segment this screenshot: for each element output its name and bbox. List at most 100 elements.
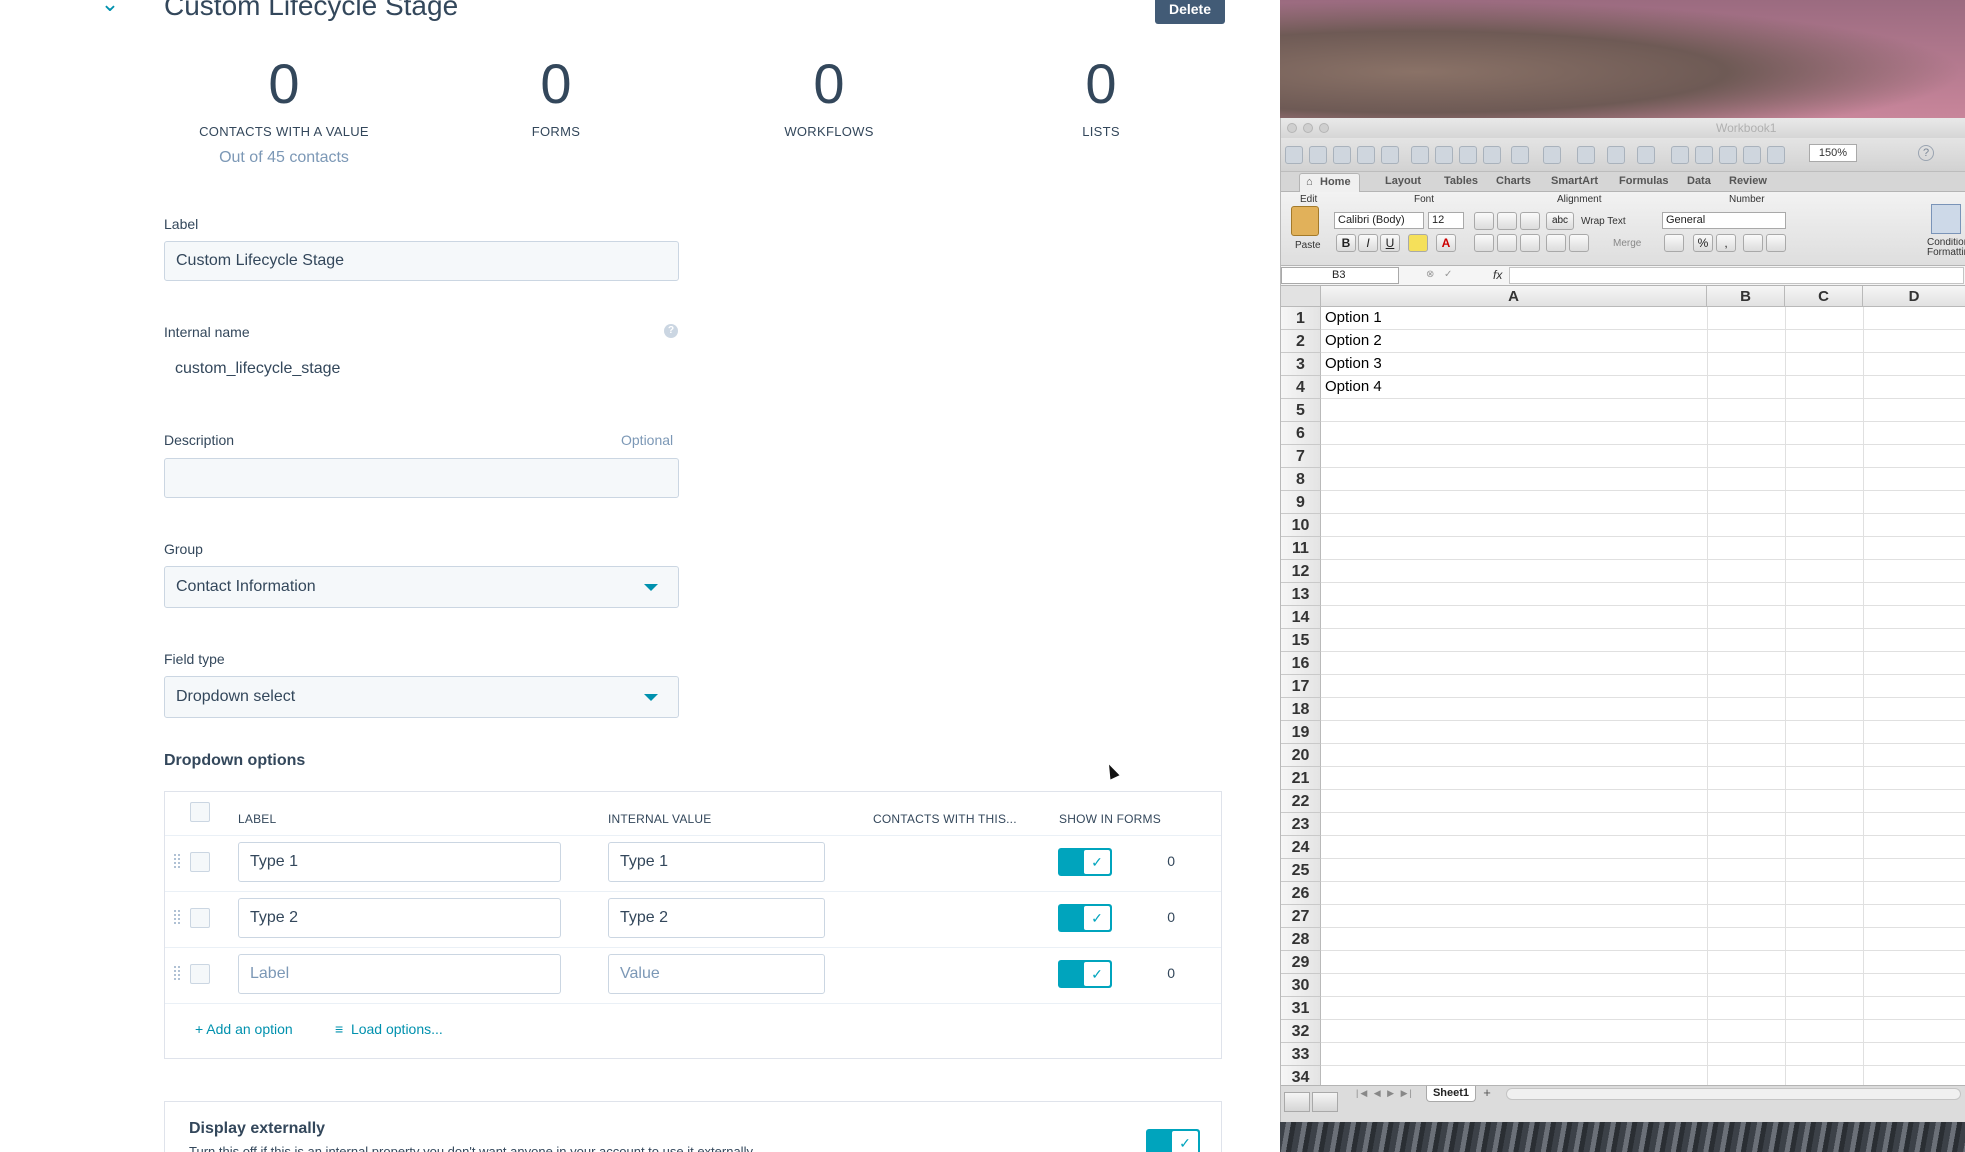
- fill-color-icon[interactable]: [1408, 234, 1428, 252]
- name-box[interactable]: B3: [1281, 267, 1399, 284]
- grid-row[interactable]: [1321, 399, 1965, 422]
- grid-row[interactable]: [1321, 514, 1965, 537]
- grid-row[interactable]: Option 1: [1321, 307, 1965, 330]
- column-header-d[interactable]: D: [1863, 286, 1965, 307]
- format-painter-icon[interactable]: [1483, 146, 1501, 164]
- cell-a4[interactable]: Option 4: [1325, 378, 1382, 395]
- add-sheet-icon[interactable]: +: [1479, 1086, 1495, 1100]
- tab-layout[interactable]: Layout: [1385, 175, 1421, 187]
- row-header[interactable]: 33: [1281, 1043, 1321, 1066]
- font-size-select[interactable]: 12: [1428, 212, 1464, 229]
- row-header[interactable]: 31: [1281, 997, 1321, 1020]
- delete-button[interactable]: Delete: [1155, 0, 1225, 24]
- show-in-forms-toggle[interactable]: ✓: [1058, 904, 1112, 932]
- grid-row[interactable]: [1321, 1066, 1965, 1085]
- add-option-link[interactable]: + Add an option: [195, 1021, 293, 1037]
- drag-handle-icon[interactable]: [174, 910, 180, 926]
- drag-handle-icon[interactable]: [174, 854, 180, 870]
- grid-row[interactable]: [1321, 583, 1965, 606]
- filter-icon[interactable]: [1637, 146, 1655, 164]
- row-header[interactable]: 3: [1281, 353, 1321, 376]
- grid-row[interactable]: [1321, 974, 1965, 997]
- group-select[interactable]: Contact Information: [164, 566, 679, 608]
- row-header[interactable]: 10: [1281, 514, 1321, 537]
- row-header[interactable]: 23: [1281, 813, 1321, 836]
- sort-icon[interactable]: [1607, 146, 1625, 164]
- row-header[interactable]: 12: [1281, 560, 1321, 583]
- option-value-input[interactable]: Value: [608, 954, 825, 994]
- row-header[interactable]: 32: [1281, 1020, 1321, 1043]
- bold-button[interactable]: B: [1336, 234, 1356, 252]
- redo-icon[interactable]: [1543, 146, 1561, 164]
- row-header[interactable]: 27: [1281, 905, 1321, 928]
- column-header-a[interactable]: A: [1321, 286, 1707, 307]
- wrap-text-button[interactable]: Wrap Text: [1581, 216, 1626, 227]
- option-label-input[interactable]: Label: [238, 954, 561, 994]
- description-input[interactable]: [164, 458, 679, 498]
- field-type-select[interactable]: Dropdown select: [164, 676, 679, 718]
- number-format-select[interactable]: General: [1662, 212, 1786, 229]
- row-header[interactable]: 19: [1281, 721, 1321, 744]
- zoom-window-button[interactable]: [1319, 123, 1329, 133]
- cell-a1[interactable]: Option 1: [1325, 309, 1382, 326]
- row-header[interactable]: 5: [1281, 399, 1321, 422]
- grid-row[interactable]: [1321, 537, 1965, 560]
- grid-row[interactable]: [1321, 997, 1965, 1020]
- row-checkbox[interactable]: [190, 908, 210, 928]
- select-all-corner[interactable]: [1281, 286, 1321, 307]
- increase-decimal-icon[interactable]: [1743, 234, 1763, 252]
- percent-button[interactable]: %: [1693, 234, 1713, 252]
- tab-home[interactable]: ⌂ Home: [1299, 173, 1360, 192]
- templates-icon[interactable]: [1333, 146, 1351, 164]
- grid-row[interactable]: [1321, 1043, 1965, 1066]
- drag-handle-icon[interactable]: [174, 966, 180, 982]
- show-in-forms-toggle[interactable]: ✓: [1058, 960, 1112, 988]
- comma-button[interactable]: ,: [1716, 234, 1736, 252]
- row-header[interactable]: 9: [1281, 491, 1321, 514]
- grid-row[interactable]: [1321, 491, 1965, 514]
- grid-row[interactable]: [1321, 468, 1965, 491]
- row-header[interactable]: 1: [1281, 307, 1321, 330]
- grid-row[interactable]: [1321, 422, 1965, 445]
- grid-row[interactable]: [1321, 721, 1965, 744]
- row-header[interactable]: 22: [1281, 790, 1321, 813]
- horizontal-scrollbar[interactable]: [1506, 1088, 1961, 1100]
- decrease-decimal-icon[interactable]: [1766, 234, 1786, 252]
- grid-row[interactable]: Option 2: [1321, 330, 1965, 353]
- font-color-icon[interactable]: A: [1436, 234, 1456, 252]
- row-header[interactable]: 30: [1281, 974, 1321, 997]
- paste-icon[interactable]: [1459, 146, 1477, 164]
- help-icon[interactable]: ?: [1918, 145, 1934, 161]
- row-checkbox[interactable]: [190, 852, 210, 872]
- help-icon[interactable]: ?: [664, 324, 678, 338]
- select-all-checkbox[interactable]: [190, 802, 210, 822]
- gallery-icon[interactable]: [1309, 146, 1327, 164]
- tab-smartart[interactable]: SmartArt: [1551, 175, 1598, 187]
- label-input[interactable]: Custom Lifecycle Stage: [164, 241, 679, 281]
- row-header[interactable]: 18: [1281, 698, 1321, 721]
- enter-icon[interactable]: ✓: [1444, 269, 1452, 280]
- row-header[interactable]: 17: [1281, 675, 1321, 698]
- row-header[interactable]: 28: [1281, 928, 1321, 951]
- tab-review[interactable]: Review: [1729, 175, 1767, 187]
- row-header[interactable]: 6: [1281, 422, 1321, 445]
- underline-button[interactable]: U: [1380, 234, 1400, 252]
- conditional-formatting-icon[interactable]: [1931, 204, 1961, 234]
- cell-a2[interactable]: Option 2: [1325, 332, 1382, 349]
- load-options-link[interactable]: ≡ Load options...: [335, 1021, 443, 1037]
- row-header[interactable]: 11: [1281, 537, 1321, 560]
- grid-row[interactable]: [1321, 928, 1965, 951]
- grid-row[interactable]: [1321, 836, 1965, 859]
- grid-row[interactable]: [1321, 905, 1965, 928]
- tab-formulas[interactable]: Formulas: [1619, 175, 1669, 187]
- align-center-icon[interactable]: [1497, 234, 1517, 252]
- close-window-button[interactable]: [1287, 123, 1297, 133]
- grid-row[interactable]: [1321, 560, 1965, 583]
- italic-button[interactable]: I: [1358, 234, 1378, 252]
- row-header[interactable]: 34: [1281, 1066, 1321, 1085]
- row-header[interactable]: 21: [1281, 767, 1321, 790]
- grid-row[interactable]: [1321, 698, 1965, 721]
- column-header-b[interactable]: B: [1707, 286, 1785, 307]
- grid-row[interactable]: Option 4: [1321, 376, 1965, 399]
- grid-row[interactable]: [1321, 767, 1965, 790]
